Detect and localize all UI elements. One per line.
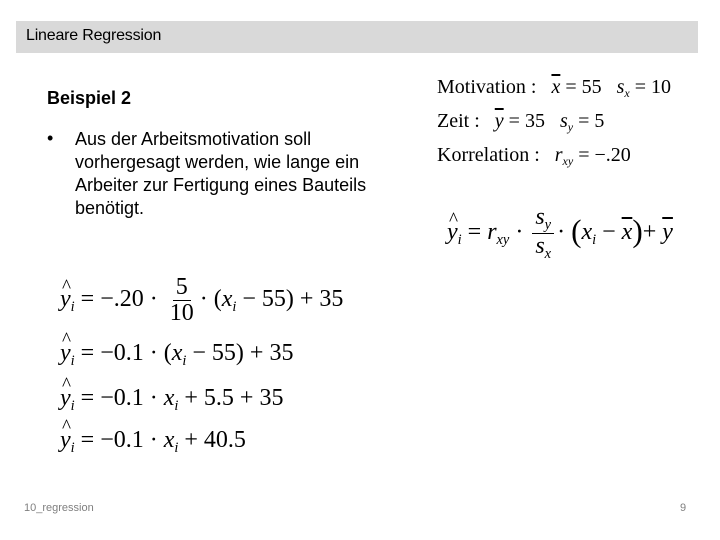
sd-value: 5 (594, 110, 605, 132)
x-i: x (171, 340, 183, 366)
page-number: 9 (680, 502, 687, 514)
lhs-sub: i (70, 440, 75, 457)
rhs-c: + 40.5 (178, 427, 246, 453)
sd-sub: y (567, 120, 574, 135)
rhs-a: = −0.1 · (80, 427, 164, 453)
lhs-sub: i (70, 299, 75, 316)
rhs-c: − 55) + 35 (236, 286, 344, 313)
slide-subtitle: Beispiel 2 (47, 88, 132, 108)
frac-den: 10 (169, 300, 194, 327)
frac-num: s (535, 204, 545, 230)
bullet-icon: • (47, 128, 54, 148)
mean-symbol: y (494, 110, 504, 132)
bullet-text: Aus der Arbeitsmotivation soll vorherges… (75, 129, 367, 218)
mean-value: 55 (581, 76, 602, 98)
plus: + (642, 219, 657, 246)
derivation-line-2: yi = −0.1 · (xi − 55) + 35 (60, 329, 294, 370)
rhs-a: = −0.1 · (80, 385, 164, 411)
regression-formula: yi = rxy · sy sx · (xi − x)+ y (447, 204, 673, 263)
rhs-a: = −.20 · (80, 286, 158, 313)
sd-value: 10 (651, 76, 672, 98)
fraction: sy sx (532, 204, 555, 263)
stat-motivation: Motivation : x = 55 sx = 10 (437, 76, 672, 101)
rhs-c: − 55) + 35 (186, 340, 294, 366)
corr-value: −.20 (594, 144, 631, 166)
mean-value: 35 (524, 110, 545, 132)
header-title: Lineare Regression (26, 27, 162, 44)
mean-symbol: x (551, 76, 561, 98)
y-hat: y (447, 209, 458, 246)
fraction: 5 10 (167, 274, 197, 327)
corr-symbol: r (554, 144, 563, 166)
stat-label: Zeit : (437, 110, 480, 132)
minus: − (602, 219, 616, 246)
derivation-line-3: yi = −0.1 · xi + 5.5 + 35 (60, 374, 284, 415)
y-hat: y (60, 329, 71, 367)
frac-den: s (535, 233, 545, 260)
x-i: x (221, 286, 233, 313)
stat-label: Motivation : (437, 76, 537, 98)
sd-sub: x (624, 86, 630, 101)
sd-symbol: s (559, 110, 568, 132)
derivation-line-4: yi = −0.1 · xi + 40.5 (60, 416, 246, 457)
x-i-sub: i (592, 232, 597, 249)
y-hat: y (60, 276, 71, 313)
lhs-sub: i (70, 398, 75, 415)
corr-sub: xy (562, 154, 574, 169)
frac-num-sub: y (544, 217, 552, 234)
frac-num: 5 (172, 274, 191, 302)
rhs-a: = −0.1 · ( (80, 340, 172, 366)
r-symbol: r (487, 219, 497, 246)
rhs-c: + 5.5 + 35 (178, 385, 284, 411)
x-i: x (163, 385, 175, 411)
y-hat: y (60, 416, 71, 454)
rhs-b: · ( (199, 286, 222, 313)
footer-filename: 10_regression (24, 502, 94, 514)
frac-den-sub: x (544, 246, 552, 263)
x-i: x (163, 427, 175, 453)
x-bar: x (621, 219, 633, 246)
r-sub: xy (496, 232, 510, 249)
header-bar: Lineare Regression (16, 21, 698, 53)
stat-korrelation: Korrelation : rxy = −.20 (437, 144, 631, 169)
equals: = (467, 219, 482, 246)
stat-label: Korrelation : (437, 144, 540, 166)
y-hat: y (60, 374, 71, 412)
stat-zeit: Zeit : y = 35 sy = 5 (437, 110, 605, 135)
lhs-sub: i (70, 353, 75, 370)
lhs-sub: i (457, 232, 462, 249)
x-i: x (581, 219, 593, 246)
y-bar: y (662, 219, 673, 246)
derivation-line-1: yi = −.20 · 510· (xi − 55) + 35 (60, 274, 344, 327)
